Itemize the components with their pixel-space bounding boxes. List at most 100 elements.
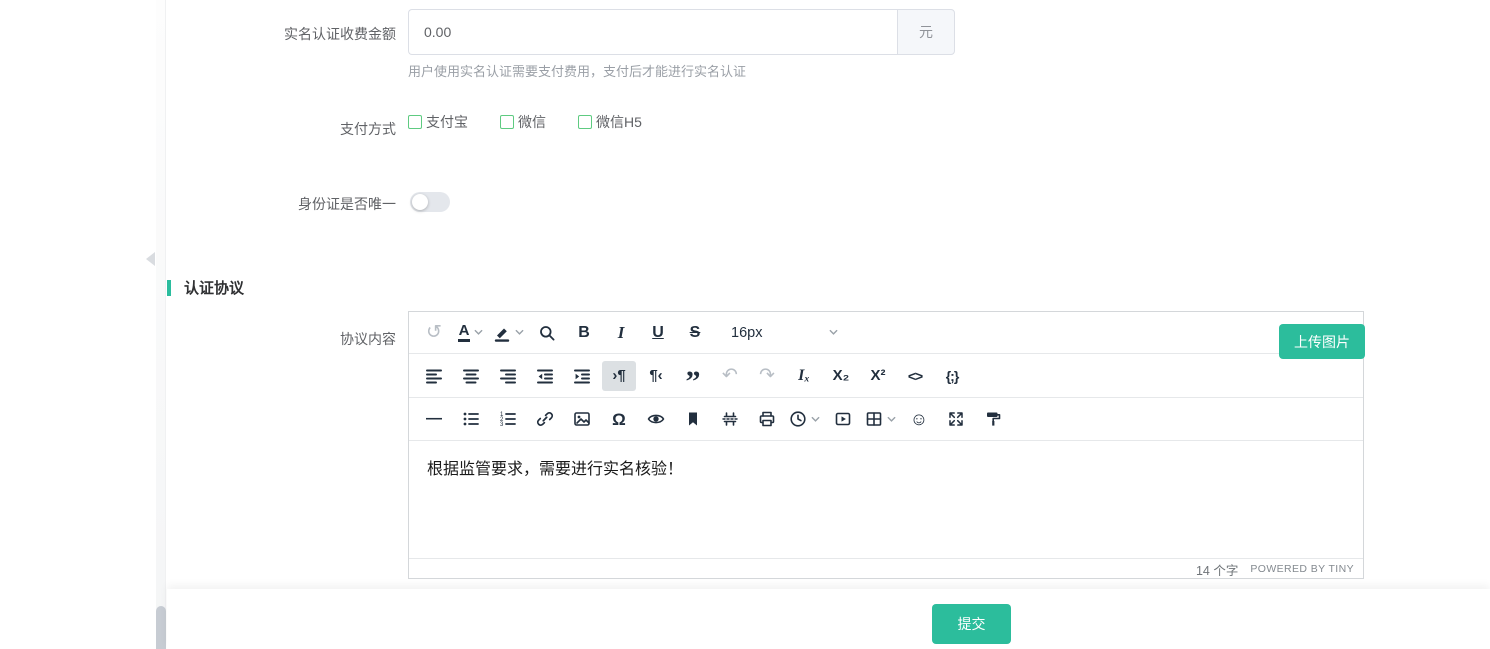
editor-status-bar: 14 个字 POWERED BY TINY [409,558,1363,579]
vertical-scrollbar-thumb[interactable] [156,606,166,649]
fee-amount-field: 元 [408,9,955,55]
chevron-down-icon [886,414,897,425]
italic-button[interactable]: I [604,318,638,348]
word-count: 14 个字 [1196,560,1238,579]
payment-options: 支付宝 微信 微信H5 [408,112,642,132]
fee-amount-input[interactable] [408,9,897,55]
preview-button[interactable] [639,404,673,434]
indent-icon [573,367,591,385]
align-right-button[interactable] [491,361,525,391]
bullet-list-button[interactable] [454,404,488,434]
id-unique-toggle[interactable] [410,192,450,212]
print-button[interactable] [750,404,784,434]
align-right-icon [499,367,517,385]
chevron-down-icon [514,327,525,338]
outdent-button[interactable] [528,361,562,391]
page: 实名认证收费金额 元 用户使用实名认证需要支付费用，支付后才能进行实名认证 支付… [0,0,1490,649]
text-color-button[interactable]: A [454,318,488,348]
payment-option[interactable]: 微信 [500,112,546,132]
code-icon: <> [908,369,922,383]
payment-option[interactable]: 微信H5 [578,112,642,132]
svg-text:3: 3 [500,422,504,428]
insert-media-button[interactable] [826,404,860,434]
checkbox-icon[interactable] [500,115,514,129]
editor-content[interactable]: 根据监管要求，需要进行实名核验！ [409,441,1363,558]
blockquote-button[interactable]: ” [676,361,710,391]
align-center-button[interactable] [454,361,488,391]
vertical-scrollbar-track[interactable] [156,0,166,649]
chevron-down-icon [473,327,484,338]
restore-draft-button[interactable]: ↺ [417,318,451,348]
section-header: 认证协议 [167,277,244,298]
search-and-replace-icon [538,324,556,342]
sidebar-collapse-icon[interactable] [146,252,155,266]
payment-option[interactable]: 支付宝 [408,112,468,132]
chevron-down-icon [828,327,839,338]
horizontal-rule-icon: — [426,411,442,427]
format-painter-button[interactable] [976,404,1010,434]
fee-help-text: 用户使用实名认证需要支付费用，支付后才能进行实名认证 [408,61,746,80]
checkbox-icon[interactable] [408,115,422,129]
tiny-branding: POWERED BY TINY [1250,563,1354,575]
insert-link-button[interactable] [528,404,562,434]
emoticons-icon: ☺ [910,410,928,428]
insert-datetime-icon [789,410,807,428]
preview-icon [647,410,665,428]
section-accent-bar [167,280,171,296]
fee-unit-suffix: 元 [897,9,955,55]
bold-button[interactable]: B [567,318,601,348]
fullscreen-button[interactable] [939,404,973,434]
clear-formatting-button[interactable]: Iₓ [787,361,821,391]
print-icon [758,410,776,428]
indent-button[interactable] [565,361,599,391]
search-and-replace-button[interactable] [530,318,564,348]
align-left-button[interactable] [417,361,451,391]
insert-image-button[interactable] [565,404,599,434]
left-to-right-icon: ›¶ [612,368,625,383]
left-to-right-button[interactable]: ›¶ [602,361,636,391]
editor-toolbar-row-1: ↺ A BIUS 16px [409,312,1363,354]
underline-button[interactable]: U [641,318,675,348]
anchor-icon [684,410,702,428]
format-painter-icon [984,410,1002,428]
emoticons-button[interactable]: ☺ [902,404,936,434]
code-button[interactable]: <> [898,361,932,391]
text-color-icon: A [458,323,471,342]
fullscreen-icon [947,410,965,428]
page-break-button[interactable] [713,404,747,434]
toggle-knob [412,194,428,210]
special-character-icon: Ω [612,411,626,428]
insert-table-button[interactable] [863,404,899,434]
insert-datetime-button[interactable] [787,404,823,434]
subscript-button[interactable]: X₂ [824,361,858,391]
subscript-icon: X₂ [833,368,850,383]
italic-icon: I [618,324,625,341]
superscript-button[interactable]: X² [861,361,895,391]
upload-image-button[interactable]: 上传图片 [1279,324,1365,359]
font-size-button[interactable]: 16px [721,318,849,348]
highlight-color-button[interactable] [491,318,527,348]
strikethrough-button[interactable]: S [678,318,712,348]
submit-button[interactable]: 提交 [932,604,1011,644]
section-title: 认证协议 [184,277,244,298]
special-character-button[interactable]: Ω [602,404,636,434]
code-sample-button[interactable]: {;} [935,361,969,391]
numbered-list-button[interactable]: 123 [491,404,525,434]
align-center-icon [462,367,480,385]
checkbox-icon[interactable] [578,115,592,129]
redo-icon: ↷ [759,366,775,385]
redo-button[interactable]: ↷ [750,361,784,391]
right-to-left-button[interactable]: ¶‹ [639,361,673,391]
fee-amount-label: 实名认证收费金额 [0,24,396,44]
highlight-color-icon [493,324,511,342]
outdent-icon [536,367,554,385]
undo-button[interactable]: ↶ [713,361,747,391]
horizontal-rule-button[interactable]: — [417,404,451,434]
anchor-button[interactable] [676,404,710,434]
page-break-icon [721,410,739,428]
footer-bar: 提交 [167,589,1490,649]
insert-image-icon [573,410,591,428]
editor-toolbar-row-3: — 123 Ω ☺ [409,398,1363,441]
undo-icon: ↶ [722,366,738,385]
clear-formatting-icon: Iₓ [798,368,810,384]
